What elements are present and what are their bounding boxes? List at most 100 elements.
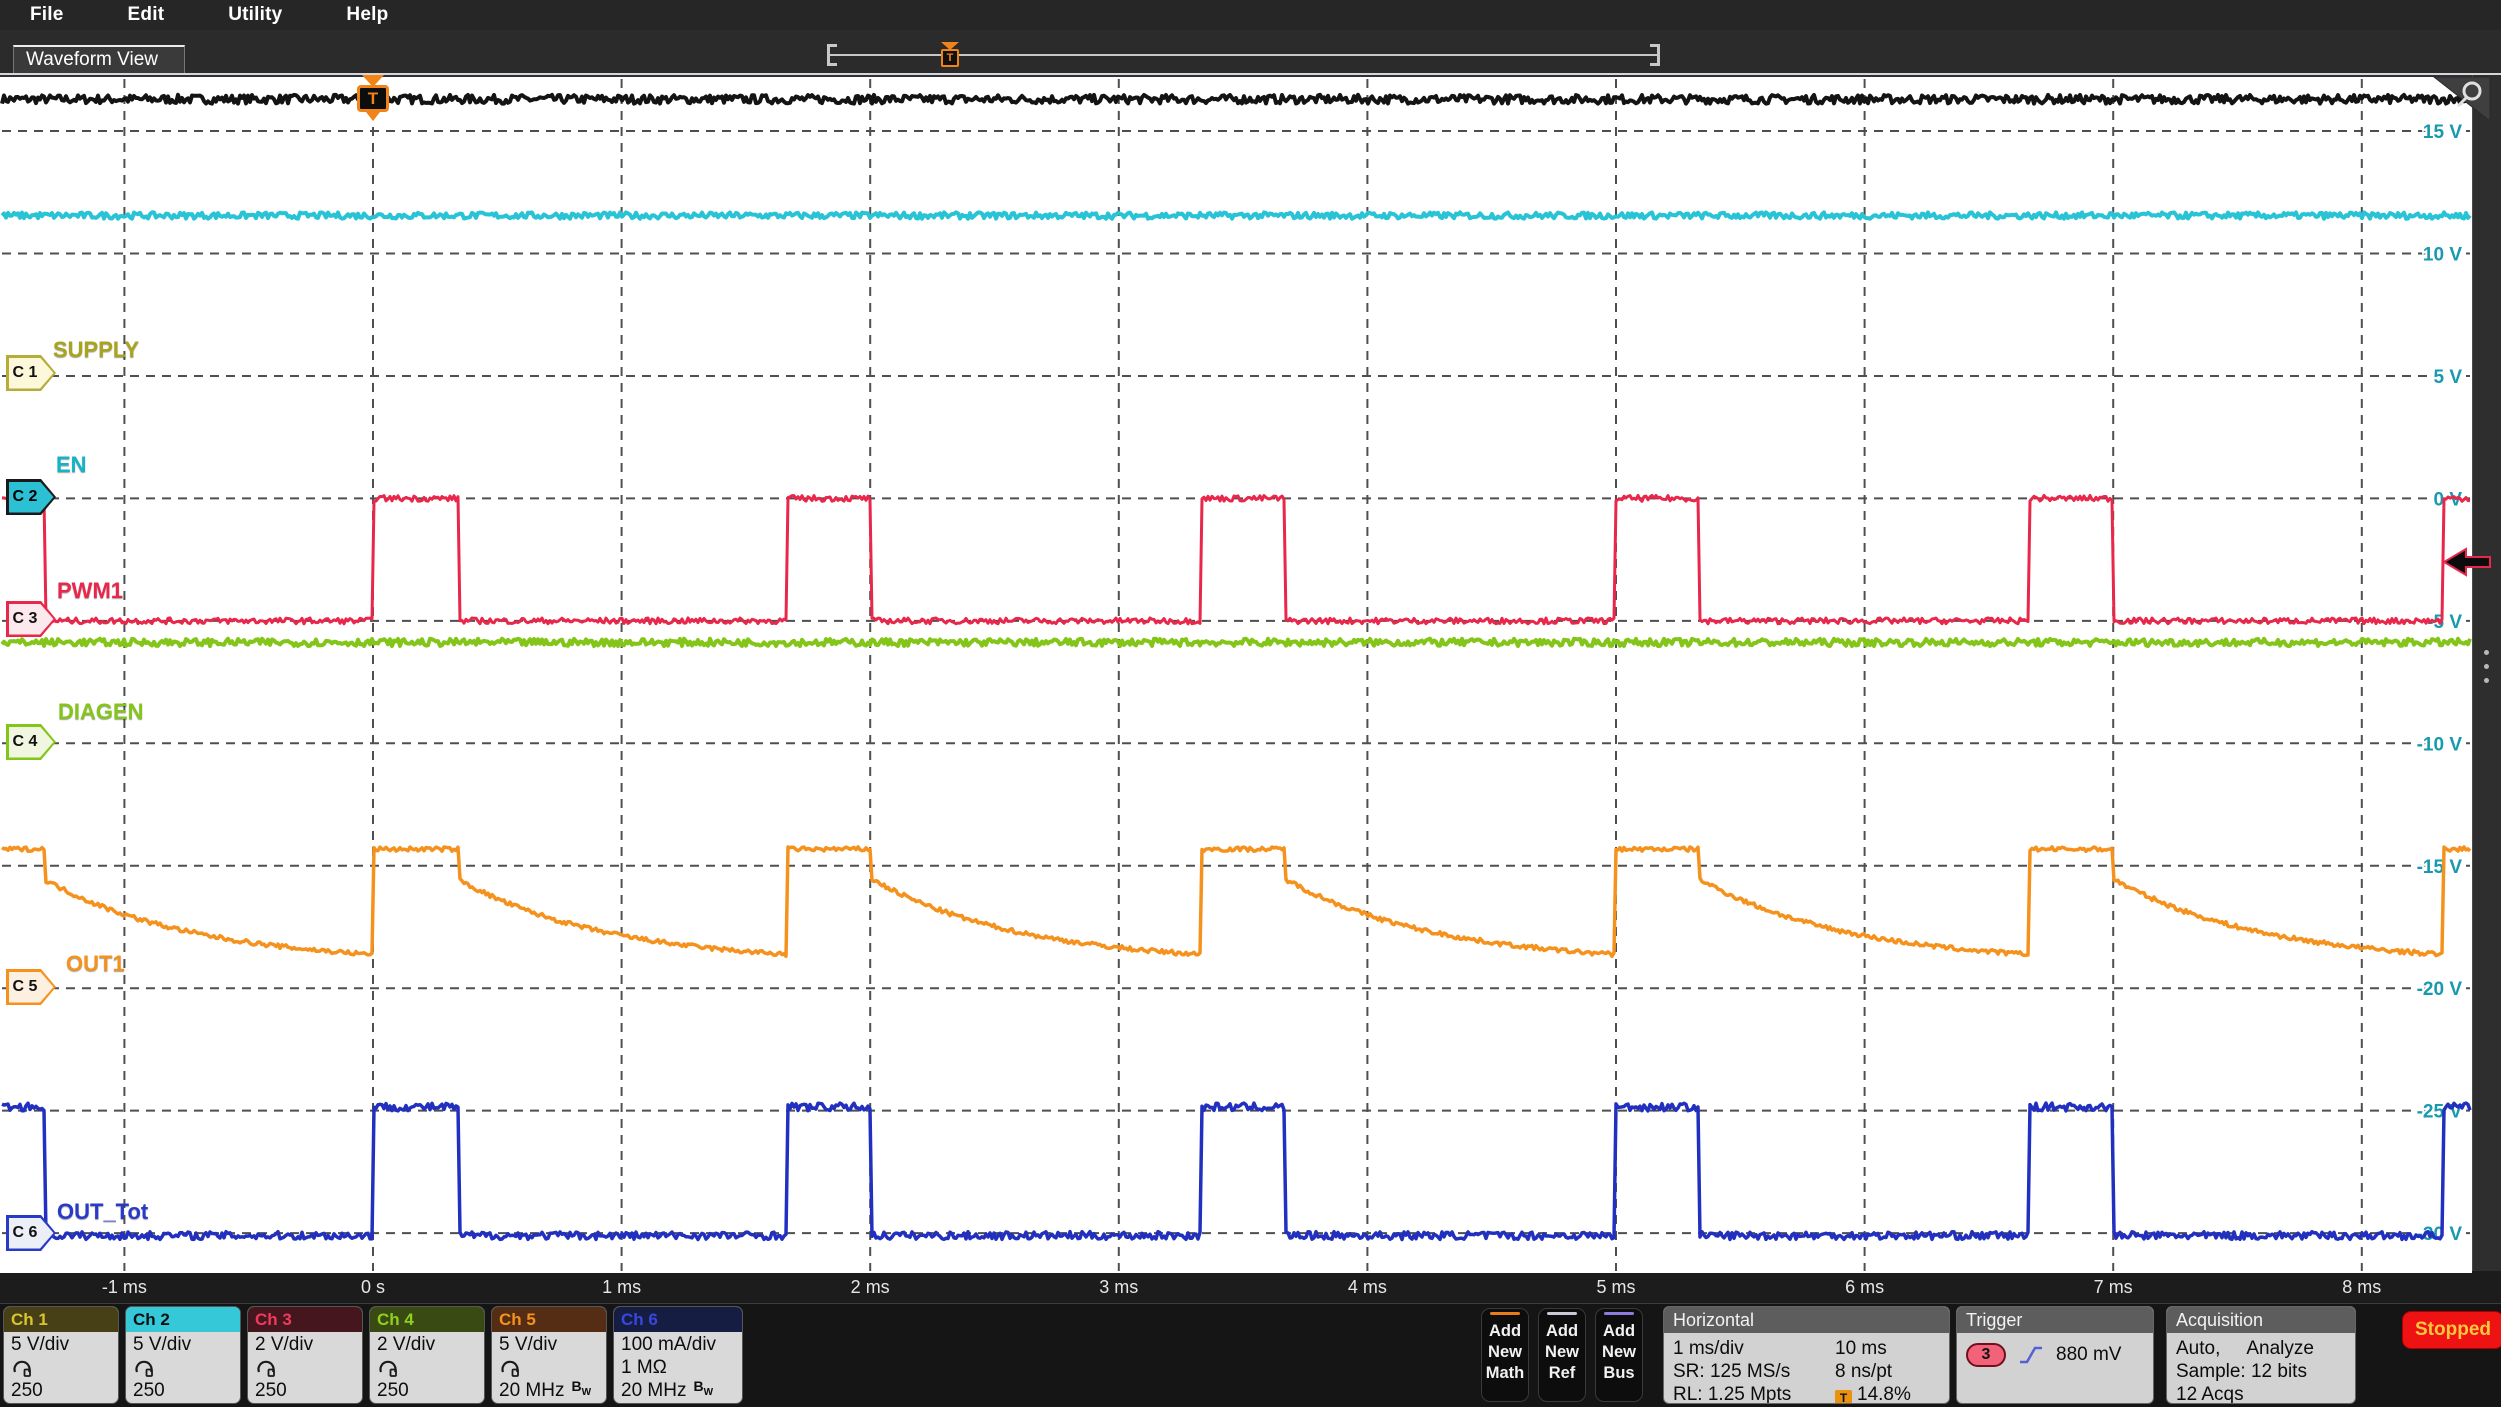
channel-settings-ch6[interactable]: Ch 6100 mA/div1 MΩ20 MHzBW xyxy=(613,1306,743,1404)
channel-settings-body: 5 V/div 250 MHzBW xyxy=(126,1332,240,1404)
stopped-button[interactable]: Stopped xyxy=(2402,1311,2501,1349)
record-length: RL: 1.25 Mpts xyxy=(1673,1383,1835,1404)
channel-bandwidth: 250 MHzBW xyxy=(255,1379,355,1404)
trigger-notch-icon xyxy=(366,112,380,121)
trigger-level: 880 mV xyxy=(2056,1344,2121,1366)
channel-label-out1: OUT1 xyxy=(66,951,125,977)
horizontal-panel[interactable]: Horizontal 1 ms/div10 ms SR: 125 MS/s8 n… xyxy=(1663,1306,1950,1404)
x-axis-label: 7 ms xyxy=(2094,1277,2133,1298)
x-axis-label: 2 ms xyxy=(851,1277,890,1298)
add-button-line: Add xyxy=(1539,1321,1585,1342)
resolution: 8 ns/pt xyxy=(1835,1360,1892,1383)
channel-bandwidth: 250 MHzBW xyxy=(133,1379,233,1404)
add-new-math-button[interactable]: AddNewMath xyxy=(1481,1308,1529,1402)
acquisition-analyze: Analyze xyxy=(2246,1337,2314,1360)
acquisition-panel[interactable]: Acquisition Auto,Analyze Sample: 12 bits… xyxy=(2166,1306,2356,1404)
trigger-level-arrow[interactable] xyxy=(2444,547,2492,577)
trigger-position: T14.8% xyxy=(1835,1383,1911,1404)
channel-badge-c2[interactable]: C 2 xyxy=(6,479,56,515)
menu-item-help[interactable]: Help xyxy=(346,4,388,26)
channel-label-diagen: DIAGEN xyxy=(58,699,144,725)
add-button-line: Add xyxy=(1596,1321,1642,1342)
scale-label: -20 V xyxy=(2417,979,2463,1000)
acquisition-sample: Sample: 12 bits xyxy=(2176,1360,2346,1383)
acquisition-mode: Auto, xyxy=(2176,1337,2220,1360)
channel-settings-ch5[interactable]: Ch 55 V/div20 MHzBW xyxy=(491,1306,607,1404)
drag-handle-dot[interactable] xyxy=(2484,650,2489,655)
rising-edge-icon xyxy=(2018,1344,2044,1366)
channel-bandwidth: 20 MHzBW xyxy=(499,1379,599,1404)
drag-handle-dot[interactable] xyxy=(2484,678,2489,683)
scale-label: 5 V xyxy=(2433,367,2462,388)
waveform-plot[interactable]: 15 V10 V5 V0 V-5 V-10 V-15 V-20 V-25 V-3… xyxy=(0,75,2472,1271)
corner-triangle xyxy=(2434,77,2490,121)
drag-handle-dot[interactable] xyxy=(2484,664,2489,669)
channel-vdiv: 100 mA/div xyxy=(621,1333,735,1356)
channel-coupling xyxy=(499,1356,599,1379)
add-button-line: New xyxy=(1539,1342,1585,1363)
scale-label: -15 V xyxy=(2417,857,2463,878)
scale-label: 15 V xyxy=(2423,122,2462,143)
channel-settings-body: 2 V/div 250 MHzBW xyxy=(370,1332,484,1404)
add-new-ref-button[interactable]: AddNewRef xyxy=(1538,1308,1586,1402)
channel-badge-c6[interactable]: C 6 xyxy=(6,1215,56,1251)
tab-waveform-view[interactable]: Waveform View xyxy=(13,45,185,73)
channel-vdiv: 2 V/div xyxy=(255,1333,355,1356)
x-axis-label: 3 ms xyxy=(1099,1277,1138,1298)
bandwidth-limit-badge: BW xyxy=(179,1401,199,1404)
minimap-trigger-marker[interactable]: T xyxy=(940,42,960,70)
trigger-level-arrow-icon xyxy=(2444,549,2490,575)
menu-item-edit[interactable]: Edit xyxy=(128,4,165,26)
x-axis-label: 5 ms xyxy=(1596,1277,1635,1298)
channel-badge-c5[interactable]: C 5 xyxy=(6,969,56,1005)
trigger-source-badge: 3 xyxy=(1966,1343,2006,1367)
acquisition-count: 12 Acqs xyxy=(2176,1383,2346,1404)
horizontal-window: 10 ms xyxy=(1835,1337,1887,1360)
trigger-panel[interactable]: Trigger 3 880 mV xyxy=(1956,1306,2154,1404)
channel-settings-header: Ch 1 xyxy=(4,1307,118,1332)
channel-badge-c1[interactable]: C 1 xyxy=(6,355,56,391)
scale-label: 0 V xyxy=(2433,489,2462,510)
channel-vdiv: 5 V/div xyxy=(133,1333,233,1356)
settings-bar: Horizontal 1 ms/div10 ms SR: 125 MS/s8 n… xyxy=(0,1303,2501,1407)
channel-settings-ch2[interactable]: Ch 25 V/div 250 MHzBW xyxy=(125,1306,241,1404)
channel-label-en: EN xyxy=(56,452,87,478)
add-button-line: New xyxy=(1596,1342,1642,1363)
channel-badge-c4[interactable]: C 4 xyxy=(6,724,56,760)
add-new-bus-button[interactable]: AddNewBus xyxy=(1595,1308,1643,1402)
right-side-strip xyxy=(2472,75,2501,1271)
minimap-right-serif-bottom xyxy=(1650,63,1660,66)
channel-coupling xyxy=(133,1356,233,1379)
add-button-line: New xyxy=(1482,1342,1528,1363)
minimap-trigger-t-icon: T xyxy=(941,49,959,67)
channel-settings-ch4[interactable]: Ch 42 V/div250 MHzBW xyxy=(369,1306,485,1404)
channel-vdiv: 2 V/div xyxy=(377,1333,477,1356)
channel-bandwidth: 250 MHzBW xyxy=(377,1379,477,1404)
channel-settings-header: Ch 2 xyxy=(126,1307,240,1332)
menu-item-utility[interactable]: Utility xyxy=(228,4,282,26)
bandwidth-limit-badge: BW xyxy=(693,1378,713,1394)
minimap-left-serif-bottom xyxy=(827,63,837,66)
trigger-t-icon: T xyxy=(357,85,389,112)
plot-background xyxy=(0,77,2472,1273)
trigger-panel-title: Trigger xyxy=(1957,1307,2153,1333)
probe-icon xyxy=(377,1359,399,1377)
channel-coupling xyxy=(11,1356,111,1379)
menu-bar: File Edit Utility Help xyxy=(0,0,2501,30)
probe-icon xyxy=(133,1359,155,1377)
bandwidth-limit-badge: BW xyxy=(423,1401,443,1404)
x-axis-label: 4 ms xyxy=(1348,1277,1387,1298)
menu-item-file[interactable]: File xyxy=(30,4,64,26)
channel-badge-text: C 4 xyxy=(6,724,44,760)
channel-settings-ch1[interactable]: Ch 15 V/div250 MHzBW xyxy=(3,1306,119,1404)
channel-settings-header: Ch 5 xyxy=(492,1307,606,1332)
zoom-corner-widget[interactable] xyxy=(2432,75,2492,123)
probe-icon xyxy=(499,1359,521,1377)
channel-badge-c3[interactable]: C 3 xyxy=(6,601,56,637)
add-button-line: Math xyxy=(1482,1363,1528,1384)
x-axis-label: 0 s xyxy=(361,1277,385,1298)
channel-settings-body: 5 V/div250 MHzBW xyxy=(4,1332,118,1404)
channel-settings-ch3[interactable]: Ch 32 V/div250 MHzBW xyxy=(247,1306,363,1404)
trigger-position-marker[interactable]: T xyxy=(355,75,391,123)
channel-coupling xyxy=(377,1356,477,1379)
